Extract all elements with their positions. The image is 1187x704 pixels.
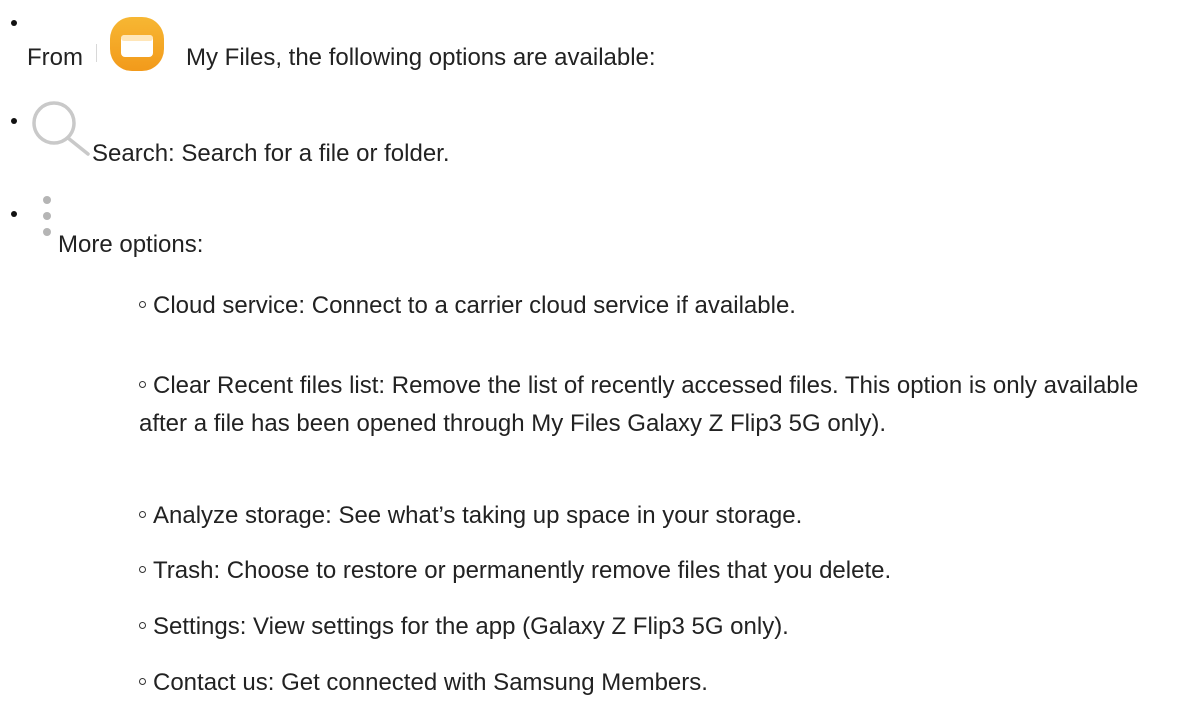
list-bullet xyxy=(11,118,17,124)
search-icon xyxy=(26,96,94,158)
list-bullet xyxy=(11,211,17,217)
list-item: Settings: View settings for the app (Gal… xyxy=(139,615,789,639)
sub-bullet-icon xyxy=(139,381,146,389)
list-item: Cloud service: Connect to a carrier clou… xyxy=(139,294,796,318)
sub-bullet-icon xyxy=(139,511,146,519)
list-item-text: Contact us: Get connected with Samsung M… xyxy=(153,669,708,696)
list-item: Analyze storage: See what’s taking up sp… xyxy=(139,504,802,528)
more-options-label: More options: xyxy=(58,231,204,258)
list-item: Clear Recent files list: Remove the list… xyxy=(139,367,1179,443)
list-item-text: Settings: View settings for the app (Gal… xyxy=(153,613,789,640)
list-item-text: Trash: Choose to restore or permanently … xyxy=(153,557,892,584)
sub-bullet-icon xyxy=(139,566,146,574)
sub-bullet-icon xyxy=(139,678,146,686)
more-options-icon xyxy=(42,194,52,242)
sub-bullet-icon xyxy=(139,301,146,309)
my-files-folder-icon xyxy=(104,15,170,73)
list-item-text: Analyze storage: See what’s taking up sp… xyxy=(153,502,803,529)
search-description: Search: Search for a file or folder. xyxy=(92,140,450,167)
list-item: Trash: Choose to restore or permanently … xyxy=(139,559,891,583)
list-item: Contact us: Get connected with Samsung M… xyxy=(139,671,708,695)
intro-from-text: From xyxy=(27,44,83,71)
list-item-text: Cloud service: Connect to a carrier clou… xyxy=(153,292,796,319)
pipe-divider-icon xyxy=(96,44,97,62)
intro-description: My Files, the following options are avai… xyxy=(186,44,656,71)
list-item-text: Clear Recent files list: Remove the list… xyxy=(139,372,1139,437)
sub-bullet-icon xyxy=(139,622,146,630)
list-bullet xyxy=(11,20,17,26)
